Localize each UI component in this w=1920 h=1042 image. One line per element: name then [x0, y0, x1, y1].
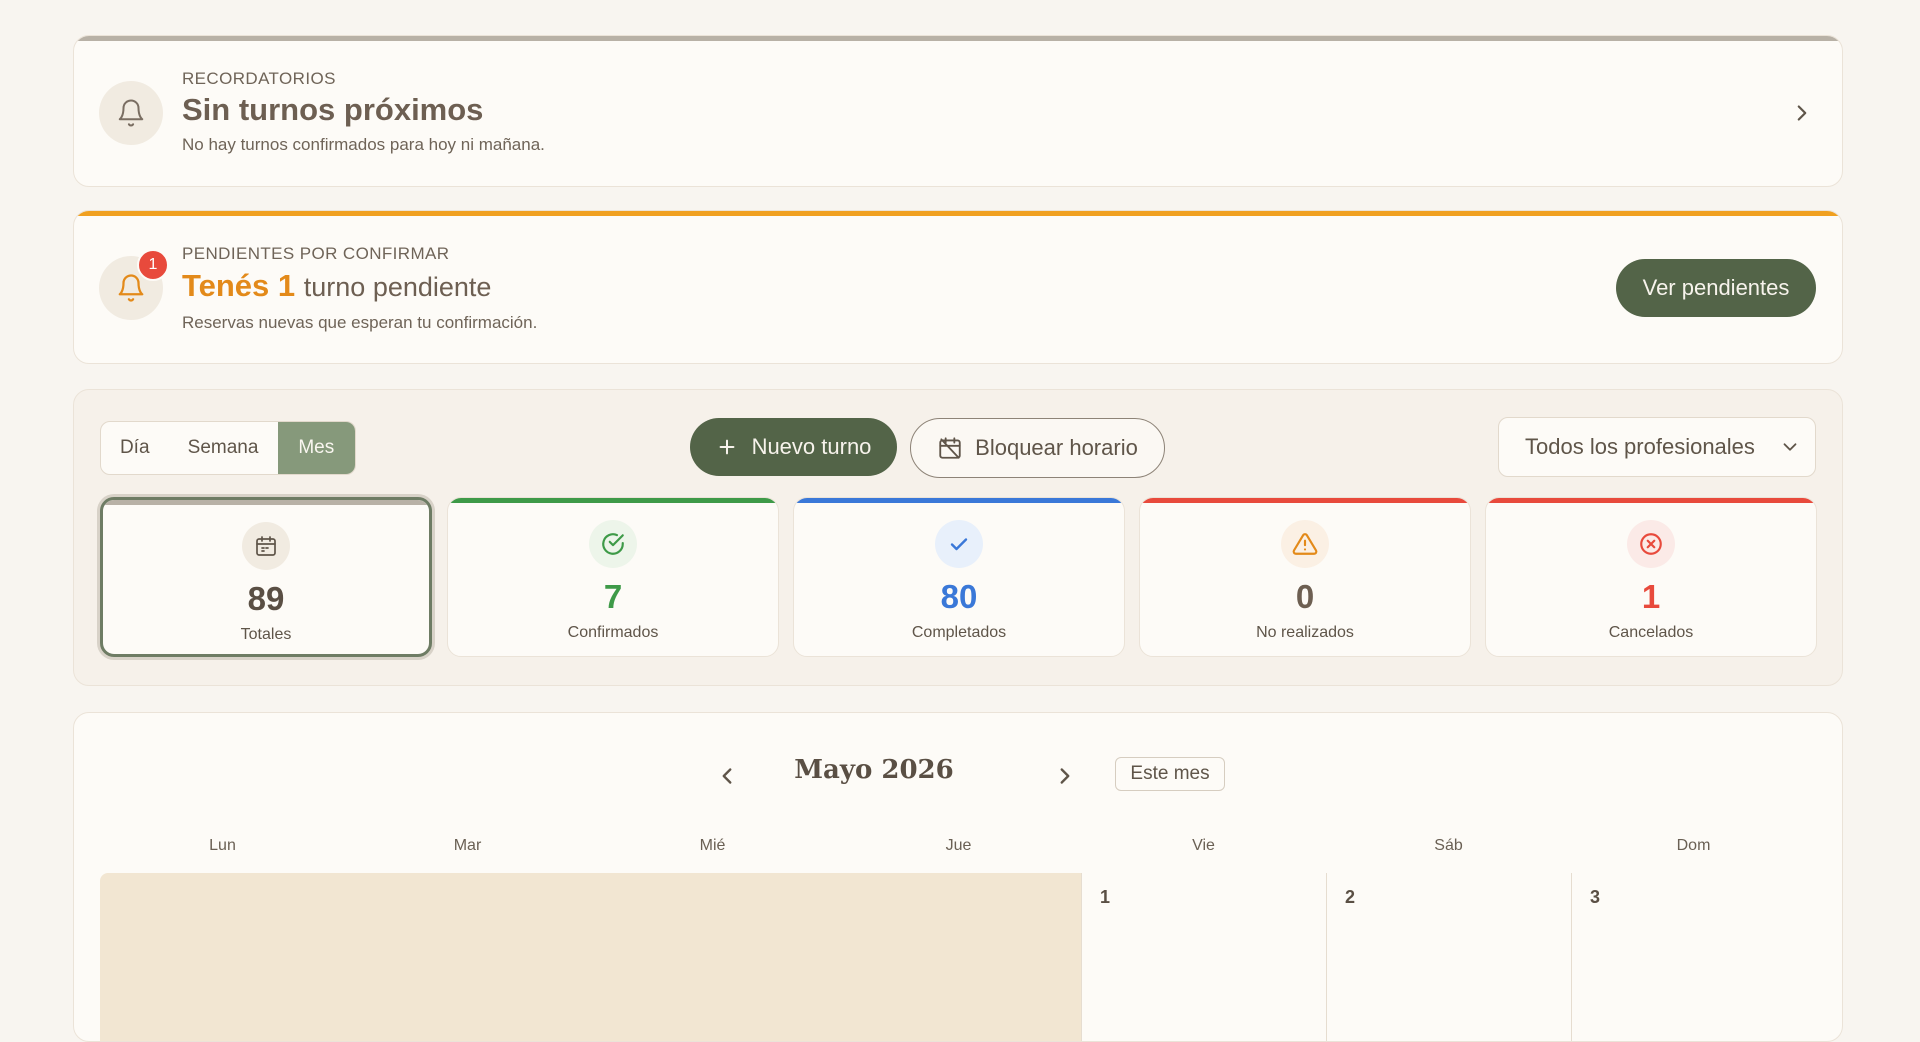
- professional-select[interactable]: Todos los profesionales: [1498, 417, 1816, 477]
- weekday-header: Mié: [699, 837, 726, 854]
- view-switcher: Día Semana Mes: [100, 421, 356, 475]
- chevron-down-icon: [1783, 443, 1797, 451]
- stat-card-no-show[interactable]: 0 No realizados: [1139, 497, 1471, 657]
- day-number: 1: [1100, 887, 1111, 907]
- check-icon: [950, 538, 968, 551]
- pending-title-rest: turno pendiente: [303, 272, 492, 302]
- stat-value: 89: [247, 580, 285, 617]
- professional-select-value: Todos los profesionales: [1525, 434, 1755, 459]
- stat-icon-wrap: [242, 522, 290, 570]
- day-cell[interactable]: 3: [1571, 873, 1817, 1041]
- stat-value: 80: [940, 578, 978, 615]
- stat-accent-bar: [448, 498, 778, 503]
- stat-icon-wrap: [1627, 520, 1675, 568]
- stat-icon-wrap: [589, 520, 637, 568]
- day-cell[interactable]: 2: [1326, 873, 1571, 1041]
- stat-icon-wrap: [935, 520, 983, 568]
- chevron-right-icon[interactable]: [1789, 100, 1815, 126]
- view-tab-week[interactable]: Semana: [168, 422, 277, 474]
- pending-eyebrow: PENDIENTES POR CONFIRMAR: [182, 244, 450, 263]
- bell-icon: [118, 99, 144, 127]
- new-appointment-button[interactable]: Nuevo turno: [690, 418, 897, 476]
- reminders-card[interactable]: RECORDATORIOS Sin turnos próximos No hay…: [73, 35, 1843, 187]
- pending-title-emphasis: Tenés 1: [182, 268, 296, 303]
- pending-title: Tenés 1 turno pendiente: [182, 268, 491, 304]
- stat-accent-bar: [794, 498, 1124, 503]
- view-tab-day[interactable]: Día: [101, 422, 168, 474]
- new-appointment-label: Nuevo turno: [751, 434, 872, 459]
- stat-card-confirmed[interactable]: 7 Confirmados: [447, 497, 779, 657]
- weekday-header: Lun: [209, 837, 236, 854]
- stat-accent-bar: [1486, 498, 1816, 503]
- chevron-left-icon[interactable]: [714, 763, 740, 789]
- weekday-header: Mar: [453, 837, 482, 854]
- stat-accent-bar: [1140, 498, 1470, 503]
- stat-icon-wrap: [1281, 520, 1329, 568]
- block-time-label: Bloquear horario: [975, 435, 1138, 460]
- current-month-button[interactable]: Este mes: [1115, 757, 1225, 791]
- reminders-subtitle: No hay turnos confirmados para hoy ni ma…: [182, 135, 545, 154]
- stat-value: 0: [1295, 578, 1315, 615]
- weekday-header: Sáb: [1434, 837, 1463, 854]
- pending-count-badge: 1: [137, 249, 169, 281]
- reminders-eyebrow: RECORDATORIOS: [182, 69, 336, 88]
- reminders-icon-circle: [99, 81, 163, 145]
- stat-value: 1: [1641, 578, 1661, 615]
- stat-card-completed[interactable]: 80 Completados: [793, 497, 1125, 657]
- view-tab-month[interactable]: Mes: [277, 422, 355, 474]
- reminders-title: Sin turnos próximos: [182, 92, 484, 127]
- x-circle-icon: [1640, 533, 1662, 555]
- block-time-button[interactable]: Bloquear horario: [910, 418, 1165, 478]
- pending-card: 1 PENDIENTES POR CONFIRMAR Tenés 1 turno…: [73, 210, 1843, 364]
- stat-label: No realizados: [1256, 624, 1354, 641]
- stat-label: Cancelados: [1608, 624, 1694, 641]
- stat-card-total[interactable]: 89 Totales: [100, 497, 432, 657]
- stat-accent-bar: [103, 500, 429, 505]
- summary-panel: Día Semana Mes Nuevo turno Bloquear hora…: [73, 389, 1843, 686]
- stat-label: Totales: [240, 626, 292, 643]
- weekday-header: Jue: [945, 837, 972, 854]
- outside-month-cells: [100, 873, 1081, 1041]
- plus-icon: [719, 439, 734, 455]
- stat-label: Completados: [911, 624, 1007, 641]
- warning-icon: [1292, 533, 1318, 555]
- calendar-off-icon: [939, 437, 961, 459]
- stat-card-cancelled[interactable]: 1 Cancelados: [1485, 497, 1817, 657]
- stat-value: 7: [603, 578, 623, 615]
- day-cell[interactable]: 1: [1081, 873, 1326, 1041]
- bell-icon: [118, 274, 144, 302]
- weekday-header: Dom: [1676, 837, 1711, 854]
- calendar-month-title: Mayo 2026: [794, 755, 954, 785]
- reminders-accent-bar: [74, 36, 1842, 41]
- view-pending-button[interactable]: Ver pendientes: [1616, 259, 1816, 317]
- month-calendar: Mayo 2026 Este mes Lun Mar Mié Jue Vie S…: [73, 712, 1843, 1042]
- stat-label: Confirmados: [567, 624, 659, 641]
- calendar-icon: [256, 536, 276, 556]
- chevron-right-icon[interactable]: [1052, 763, 1078, 789]
- day-number: 3: [1590, 887, 1601, 907]
- pending-subtitle: Reservas nuevas que esperan tu confirmac…: [182, 313, 538, 332]
- check-circle-icon: [602, 533, 624, 555]
- day-number: 2: [1345, 887, 1356, 907]
- pending-accent-bar: [74, 211, 1842, 216]
- weekday-header: Vie: [1192, 837, 1215, 854]
